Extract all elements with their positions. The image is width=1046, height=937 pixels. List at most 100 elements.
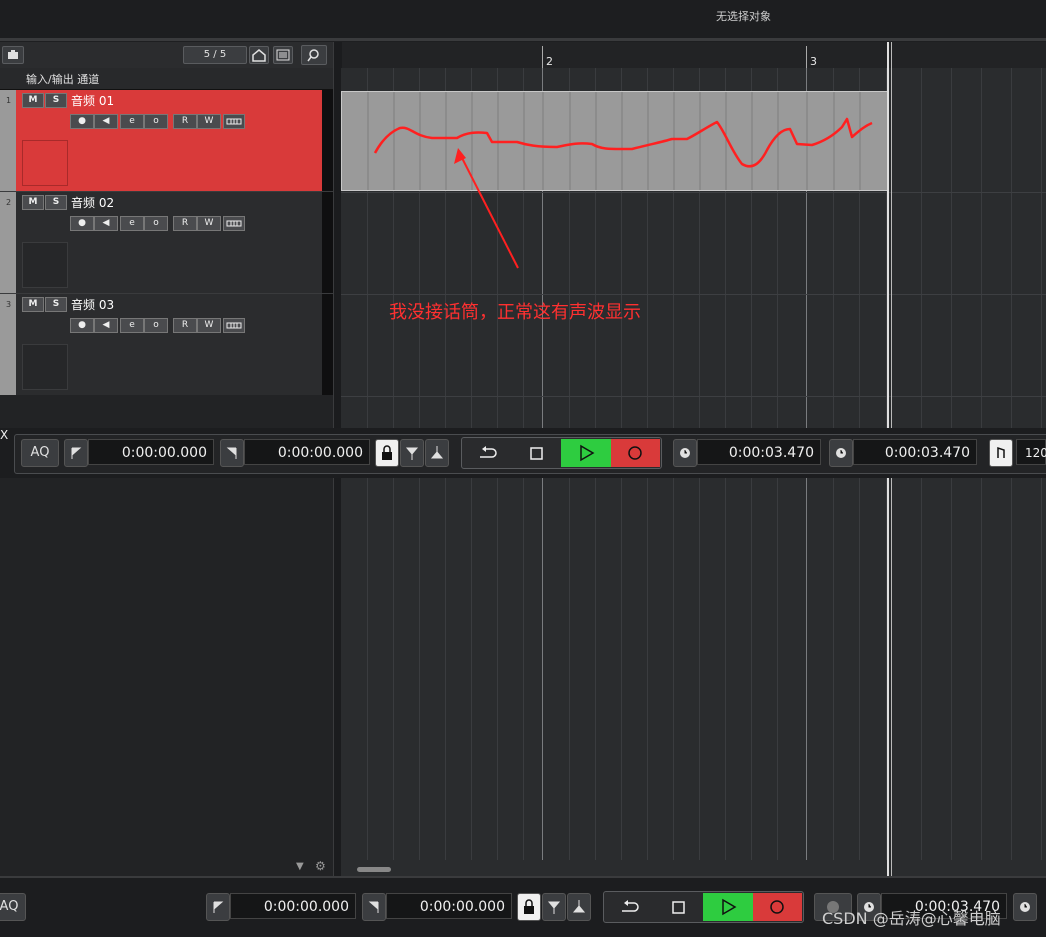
track-row[interactable]: 3 M S 音频 03 ● ◀ e o R W	[0, 294, 333, 396]
track-number: 2	[0, 192, 16, 293]
read-button[interactable]: R	[173, 318, 197, 333]
solo-button[interactable]: S	[45, 93, 67, 108]
right-locator-time[interactable]: 0:00:00.000	[244, 439, 370, 465]
recording-event[interactable]	[341, 91, 889, 191]
solo-button[interactable]: S	[45, 297, 67, 312]
timeline-ruler[interactable]: 2 3	[341, 42, 1046, 69]
write-button[interactable]: W	[197, 114, 221, 129]
track-name[interactable]: 音频 03	[71, 296, 114, 313]
left-locator-time[interactable]: 0:00:00.000	[230, 893, 356, 919]
cycle-icon[interactable]	[462, 439, 512, 467]
play-icon[interactable]	[561, 439, 611, 467]
track-list-toolbar: 5 / 5	[0, 42, 333, 69]
divider	[0, 38, 1046, 41]
solo-button[interactable]: S	[45, 195, 67, 210]
edit-button[interactable]: e	[120, 114, 144, 129]
punch-out-icon[interactable]	[425, 439, 449, 467]
stop-icon[interactable]	[654, 893, 703, 921]
track-row[interactable]: 1 M S 音频 01 ● ◀ e o R W	[0, 90, 333, 192]
track-thumbnail	[22, 140, 68, 186]
transport-controls	[603, 891, 804, 923]
record-icon[interactable]	[753, 893, 802, 921]
track-header-selected[interactable]: M S 音频 01 ● ◀ e o R W	[16, 90, 322, 191]
gear-icon[interactable]: ⚙	[315, 859, 326, 873]
close-transport-button[interactable]: X	[0, 428, 8, 442]
right-locator-icon[interactable]	[220, 439, 244, 467]
horizontal-scrollbar[interactable]	[357, 867, 391, 872]
transport-panel: X AQ 0:00:00.000 0:00:00.000 0:00:03.470…	[0, 428, 1046, 478]
write-button[interactable]: W	[197, 216, 221, 231]
meter-icon[interactable]	[223, 216, 245, 231]
track-meter	[322, 294, 333, 395]
record-enable-button[interactable]: ●	[70, 114, 94, 129]
insert-button[interactable]: o	[144, 318, 168, 333]
record-icon[interactable]	[611, 439, 660, 467]
edit-button[interactable]: e	[120, 318, 144, 333]
mute-button[interactable]: M	[22, 93, 44, 108]
clock-icon[interactable]	[829, 439, 853, 467]
monitor-button[interactable]: ◀	[94, 318, 118, 333]
watermark: CSDN @岳涛@心馨电脑	[822, 909, 1001, 928]
monitor-button[interactable]: ◀	[94, 216, 118, 231]
track-number: 1	[0, 90, 16, 191]
lock-icon[interactable]	[517, 893, 541, 921]
io-channel-header: 输入/输出 通道	[0, 68, 333, 90]
left-locator-icon[interactable]	[206, 893, 230, 921]
annotation-arrow	[454, 148, 519, 269]
monitor-button[interactable]: ◀	[94, 114, 118, 129]
punch-in-icon[interactable]	[400, 439, 424, 467]
left-locator-icon[interactable]	[64, 439, 88, 467]
home-icon[interactable]	[249, 46, 269, 64]
io-channel-label: 输入/输出 通道	[26, 73, 100, 86]
track-name[interactable]: 音频 01	[71, 92, 114, 109]
track-header[interactable]: M S 音频 02 ● ◀ e o R W	[16, 192, 322, 293]
bar-label-2: 2	[546, 55, 553, 68]
clock-icon[interactable]	[673, 439, 697, 467]
chevron-down-icon[interactable]: ▼	[296, 861, 304, 872]
bar-marker-2	[542, 46, 543, 68]
add-track-icon[interactable]	[2, 46, 24, 64]
right-locator-icon[interactable]	[362, 893, 386, 921]
list-icon[interactable]	[273, 46, 293, 64]
mute-button[interactable]: M	[22, 297, 44, 312]
tempo-display[interactable]: 120	[1016, 439, 1046, 465]
search-icon[interactable]	[301, 45, 327, 65]
mute-button[interactable]: M	[22, 195, 44, 210]
aq-button[interactable]: AQ	[21, 439, 59, 467]
track-count-field[interactable]: 5 / 5	[183, 46, 247, 64]
track-meter	[322, 192, 333, 293]
track-thumbnail	[22, 344, 68, 390]
aq-button[interactable]: AQ	[0, 893, 26, 921]
read-button[interactable]: R	[173, 114, 197, 129]
insert-button[interactable]: o	[144, 114, 168, 129]
top-info-bar: 无选择对象	[0, 0, 1046, 39]
right-locator-time[interactable]: 0:00:00.000	[386, 893, 512, 919]
read-button[interactable]: R	[173, 216, 197, 231]
tempo-icon[interactable]	[989, 439, 1013, 467]
meter-icon[interactable]	[223, 318, 245, 333]
play-icon[interactable]	[703, 893, 753, 921]
punch-in-icon[interactable]	[542, 893, 566, 921]
record-enable-button[interactable]: ●	[70, 318, 94, 333]
edit-button[interactable]: e	[120, 216, 144, 231]
track-header[interactable]: M S 音频 03 ● ◀ e o R W	[16, 294, 322, 395]
track-number: 3	[0, 294, 16, 395]
stop-icon[interactable]	[512, 439, 561, 467]
transport-controls	[461, 437, 662, 469]
annotation-text: 我没接话筒，正常这有声波显示	[389, 302, 641, 323]
punch-out-icon[interactable]	[567, 893, 591, 921]
secondary-time-display[interactable]: 0:00:03.470	[853, 439, 977, 465]
write-button[interactable]: W	[197, 318, 221, 333]
track-name[interactable]: 音频 02	[71, 194, 114, 211]
clock-icon[interactable]	[1013, 893, 1037, 921]
record-enable-button[interactable]: ●	[70, 216, 94, 231]
left-locator-time[interactable]: 0:00:00.000	[88, 439, 214, 465]
cycle-icon[interactable]	[604, 893, 654, 921]
selection-status: 无选择对象	[716, 10, 771, 23]
insert-button[interactable]: o	[144, 216, 168, 231]
meter-icon[interactable]	[223, 114, 245, 129]
primary-time-display[interactable]: 0:00:03.470	[697, 439, 821, 465]
lock-icon[interactable]	[375, 439, 399, 467]
track-thumbnail	[22, 242, 68, 288]
track-row[interactable]: 2 M S 音频 02 ● ◀ e o R W	[0, 192, 333, 294]
